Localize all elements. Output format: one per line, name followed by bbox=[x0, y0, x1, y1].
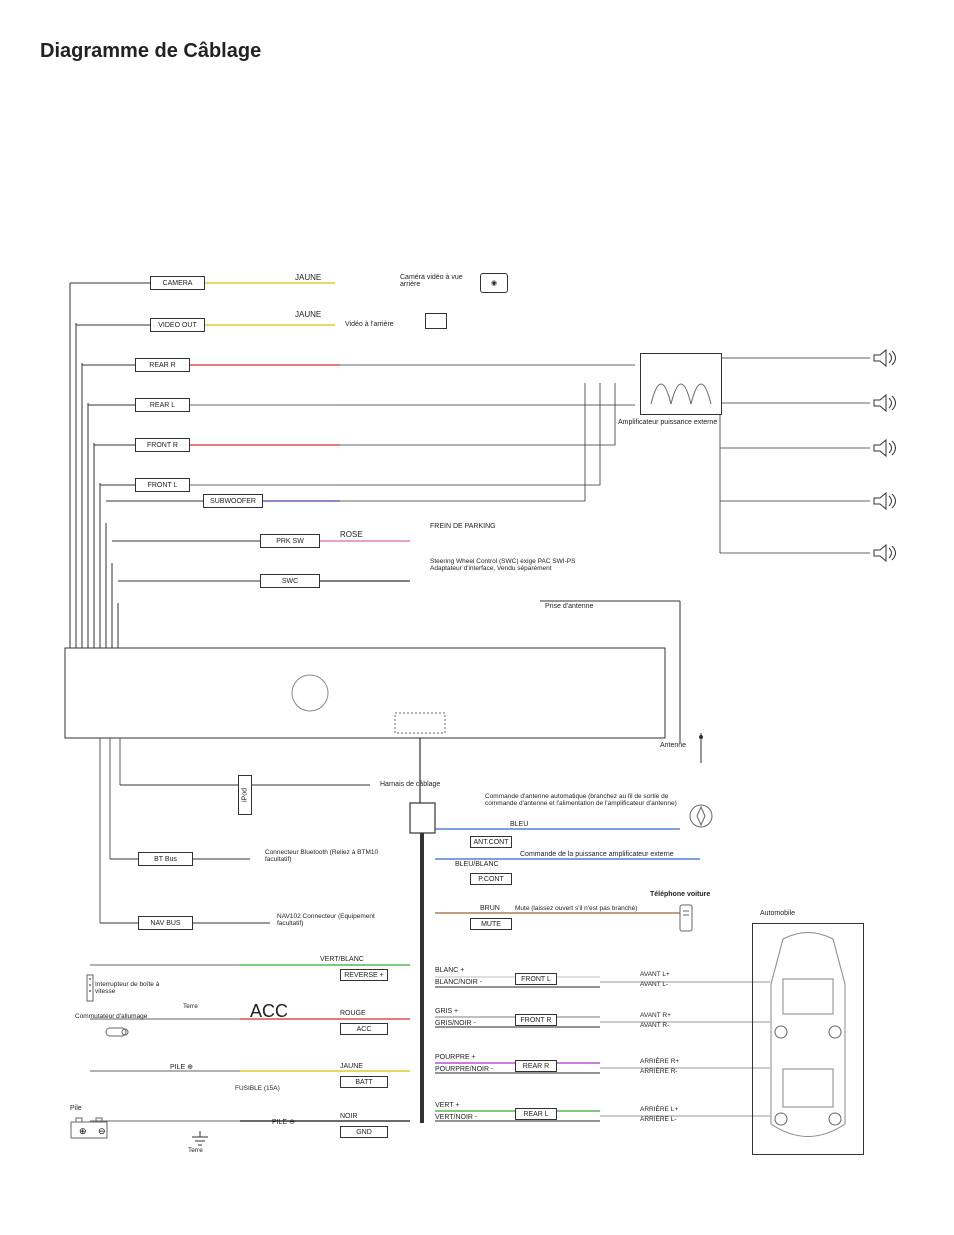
label-arriere-rm: ARRIÈRE R- bbox=[640, 1068, 678, 1075]
label-nav-desc: NAV102 Connecteur (Equipement facultatif… bbox=[277, 913, 397, 927]
connector-rear-l: REAR L bbox=[135, 398, 190, 412]
label-phone: Téléphone voiture bbox=[650, 891, 710, 898]
label-brun: BRUN bbox=[480, 905, 500, 912]
label-harness: Harnais de câblage bbox=[380, 781, 440, 788]
label-antenna: Antenne bbox=[660, 742, 686, 749]
label-jaune-batt: JAUNE bbox=[340, 1063, 363, 1070]
label-terre2: Terre bbox=[188, 1147, 203, 1154]
label-ignition: Commutateur d'allumage bbox=[75, 1013, 147, 1020]
phone-icon bbox=[675, 903, 697, 935]
label-noir: NOIR bbox=[340, 1113, 358, 1120]
connector-front-r: FRONT R bbox=[135, 438, 190, 452]
label-avant-lp: AVANT L+ bbox=[640, 971, 670, 978]
box-rear-l: REAR L bbox=[515, 1108, 557, 1120]
page-title: Diagramme de Câblage bbox=[40, 40, 914, 63]
connector-video-out: VIDEO OUT bbox=[150, 318, 205, 332]
label-antenna-socket: Prise d'antenne bbox=[545, 603, 593, 610]
speaker-icon-4 bbox=[872, 490, 900, 512]
label-auto-antenna: Commande d'antenne automatique (branchez… bbox=[485, 793, 695, 807]
box-reverse: REVERSE + bbox=[340, 969, 388, 981]
label-rouge: ROUGE bbox=[340, 1010, 366, 1017]
label-terre1: Terre bbox=[183, 1003, 198, 1010]
connector-rear-r: REAR R bbox=[135, 358, 190, 372]
label-bleu: BLEU bbox=[510, 821, 528, 828]
box-front-l: FRONT L bbox=[515, 973, 557, 985]
box-mute: MUTE bbox=[470, 918, 512, 930]
label-amp: Amplificateur puissance externe bbox=[618, 419, 717, 426]
box-rear-r: REAR R bbox=[515, 1060, 557, 1072]
label-bleu-blanc: BLEU/BLANC bbox=[455, 861, 499, 868]
connector-subwoofer: SUBWOOFER bbox=[203, 494, 263, 508]
external-amp bbox=[640, 353, 722, 415]
ipod-connector: iPod bbox=[238, 775, 252, 815]
connector-camera: CAMERA bbox=[150, 276, 205, 290]
antenna-motor-icon bbox=[688, 803, 714, 831]
gearbox-icon bbox=[85, 973, 103, 1005]
box-acc: ACC bbox=[340, 1023, 388, 1035]
label-fuse: FUSIBLE (15A) bbox=[235, 1085, 280, 1092]
label-arriere-lm: ARRIÈRE L- bbox=[640, 1116, 676, 1123]
box-batt: BATT bbox=[340, 1076, 388, 1088]
speaker-icon-3 bbox=[872, 437, 900, 459]
label-blanc-n: BLANC/NOIR - bbox=[435, 979, 482, 986]
label-gris-p: GRIS + bbox=[435, 1008, 458, 1015]
box-ant-cont: ANT.CONT bbox=[470, 836, 512, 848]
label-amp-remote: Commande de la puissance amplificateur e… bbox=[520, 851, 674, 858]
label-gris-n: GRIS/NOIR - bbox=[435, 1020, 476, 1027]
label-gearbox: Interrupteur de boîte à vitesse bbox=[95, 981, 165, 995]
label-pile: Pile bbox=[70, 1105, 82, 1112]
label-vert-blanc: VERT/BLANC bbox=[320, 956, 364, 963]
speaker-icon-1 bbox=[872, 347, 900, 369]
label-jaune-video: JAUNE bbox=[295, 310, 321, 319]
label-vert-p: VERT + bbox=[435, 1102, 459, 1109]
ignition-icon bbox=[105, 1025, 131, 1041]
label-avant-lm: AVANT L- bbox=[640, 981, 668, 988]
label-pile-minus: PILE ⊖ bbox=[272, 1118, 295, 1126]
connector-front-l: FRONT L bbox=[135, 478, 190, 492]
speaker-icon-5 bbox=[872, 542, 900, 564]
box-p-cont: P.CONT bbox=[470, 873, 512, 885]
label-blanc-p: BLANC + bbox=[435, 967, 464, 974]
label-camera-desc: Caméra vidéo à vue arrière bbox=[400, 274, 470, 288]
label-avant-rm: AVANT R- bbox=[640, 1022, 669, 1029]
box-front-r: FRONT R bbox=[515, 1014, 557, 1026]
speaker-icon-2 bbox=[872, 392, 900, 414]
label-vert-n: VERT/NOIR - bbox=[435, 1114, 477, 1121]
label-arriere-lp: ARRIÈRE L+ bbox=[640, 1106, 678, 1113]
monitor-icon bbox=[425, 313, 447, 329]
label-pourpre-p: POURPRE + bbox=[435, 1054, 476, 1061]
label-rose: ROSE bbox=[340, 530, 363, 539]
label-jaune-camera: JAUNE bbox=[295, 273, 321, 282]
label-video-desc: Vidéo à l'arrière bbox=[345, 321, 394, 328]
box-gnd: GND bbox=[340, 1126, 388, 1138]
wiring-diagram: CAMERA VIDEO OUT REAR R REAR L FRONT R F… bbox=[40, 103, 910, 1153]
antenna-icon bbox=[695, 733, 707, 765]
acc-label-big: ACC bbox=[250, 1001, 288, 1022]
battery-icon: ⊕⊖ bbox=[70, 1117, 108, 1141]
connector-nav-bus: NAV BUS bbox=[138, 916, 193, 930]
svg-text:⊖: ⊖ bbox=[98, 1126, 106, 1136]
label-swc-desc: Steering Wheel Control (SWC) exige PAC S… bbox=[430, 558, 595, 572]
label-parking: FREIN DE PARKING bbox=[430, 523, 496, 530]
label-automobile: Automobile bbox=[760, 910, 795, 917]
label-pourpre-n: POURPRE/NOIR - bbox=[435, 1066, 493, 1073]
camera-icon: ◉ bbox=[480, 273, 508, 293]
label-avant-rp: AVANT R+ bbox=[640, 1012, 671, 1019]
label-arriere-rp: ARRIÈRE R+ bbox=[640, 1058, 679, 1065]
connector-bt-bus: BT Bus bbox=[138, 852, 193, 866]
connector-prk-sw: PRK SW bbox=[260, 534, 320, 548]
connector-swc: SWC bbox=[260, 574, 320, 588]
car-outline bbox=[752, 923, 864, 1155]
svg-text:⊕: ⊕ bbox=[79, 1126, 87, 1136]
label-mute-desc: Mute (laissez ouvert s'il n'est pas bran… bbox=[515, 905, 637, 912]
label-bt-desc: Connecteur Bluetooth (Reliez à BTM10 fac… bbox=[265, 849, 405, 863]
label-pile-plus: PILE ⊕ bbox=[170, 1063, 193, 1071]
